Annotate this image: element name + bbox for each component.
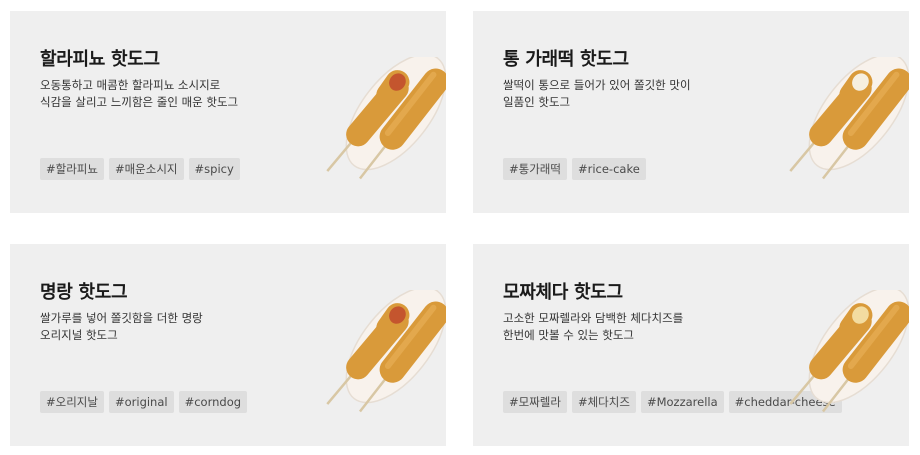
card-title: 할라피뇨 핫도그 bbox=[40, 49, 160, 70]
tag-mozzarella-kr[interactable]: #모짜렐라 bbox=[503, 391, 567, 413]
card-title: 모짜체다 핫도그 bbox=[503, 282, 623, 303]
card-description: 쌀가루를 넣어 쫄깃함을 더한 명랑 오리지널 핫도그 bbox=[40, 310, 203, 344]
card-description: 쌀떡이 통으로 들어가 있어 쫄깃한 맛이 일품인 핫도그 bbox=[503, 77, 691, 111]
card-title: 명랑 핫도그 bbox=[40, 282, 128, 303]
card-description: 오동통하고 매콤한 할라피뇨 소시지로 식감을 살리고 느끼함은 줄인 매운 핫… bbox=[40, 77, 238, 111]
tag-spicy[interactable]: #spicy bbox=[188, 158, 240, 180]
card-description-line: 식감을 살리고 느끼함은 줄인 매운 핫도그 bbox=[40, 95, 239, 109]
card-description-line: 오동통하고 매콤한 할라피뇨 소시지로 bbox=[40, 78, 221, 92]
product-card-original[interactable]: 명랑 핫도그 쌀가루를 넣어 쫄깃함을 더한 명랑 오리지널 핫도그 #오리지날… bbox=[10, 244, 446, 446]
card-description: 고소한 모짜렐라와 담백한 체다치즈를 한번에 맛볼 수 있는 핫도그 bbox=[503, 310, 683, 344]
tag-whole-rice-cake[interactable]: #통가래떡 bbox=[503, 158, 567, 180]
tag-list: #할라피뇨 #매운소시지 #spicy bbox=[40, 158, 240, 180]
card-description-line: 한번에 맛볼 수 있는 핫도그 bbox=[503, 328, 635, 342]
corndog-plate-illustration bbox=[789, 57, 909, 180]
tag-mozzarella[interactable]: #Mozzarella bbox=[640, 391, 724, 413]
card-description-line: 고소한 모짜렐라와 담백한 체다치즈를 bbox=[503, 311, 684, 325]
tag-cheddar-kr[interactable]: #체다치즈 bbox=[571, 391, 636, 413]
tag-corndog[interactable]: #corndog bbox=[178, 391, 248, 413]
card-title: 통 가래떡 핫도그 bbox=[503, 49, 629, 70]
tag-spicy-sausage[interactable]: #매운소시지 bbox=[108, 158, 184, 180]
tag-list: #오리지날 #original #corndog bbox=[40, 391, 248, 413]
tag-original[interactable]: #original bbox=[108, 391, 174, 413]
tag-original-kr[interactable]: #오리지날 bbox=[40, 391, 104, 413]
corndog-plate-illustration bbox=[326, 57, 446, 180]
tag-list: #통가래떡 #rice-cake bbox=[503, 158, 646, 180]
card-description-line: 오리지널 핫도그 bbox=[40, 328, 118, 342]
product-card-mozza-cheddar[interactable]: 모짜체다 핫도그 고소한 모짜렐라와 담백한 체다치즈를 한번에 맛볼 수 있는… bbox=[473, 244, 909, 446]
product-card-jalapeno[interactable]: 할라피뇨 핫도그 오동통하고 매콤한 할라피뇨 소시지로 식감을 살리고 느끼함… bbox=[10, 11, 446, 213]
product-card-rice-cake[interactable]: 통 가래떡 핫도그 쌀떡이 통으로 들어가 있어 쫄깃한 맛이 일품인 핫도그 … bbox=[473, 11, 909, 213]
card-description-line: 일품인 핫도그 bbox=[503, 95, 571, 109]
tag-jalapeno[interactable]: #할라피뇨 bbox=[40, 158, 104, 180]
card-description-line: 쌀가루를 넣어 쫄깃함을 더한 명랑 bbox=[40, 311, 203, 325]
corndog-plate-illustration bbox=[789, 290, 909, 413]
tag-rice-cake[interactable]: #rice-cake bbox=[571, 158, 646, 180]
card-description-line: 쌀떡이 통으로 들어가 있어 쫄깃한 맛이 bbox=[503, 78, 691, 92]
corndog-plate-illustration bbox=[326, 290, 446, 413]
